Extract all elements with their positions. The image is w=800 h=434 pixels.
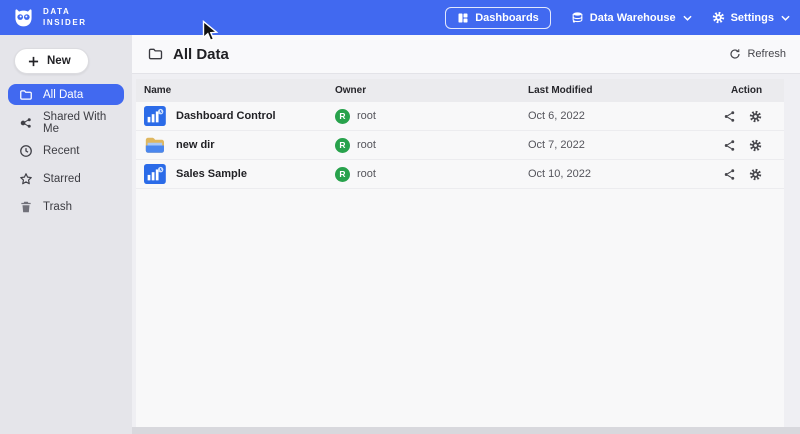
brand-line-2: INSIDER [43, 18, 87, 28]
sidebar-item-recent[interactable]: Recent [8, 140, 124, 161]
trash-icon [19, 200, 33, 214]
sidebar-item-trash[interactable]: Trash [8, 196, 124, 217]
sidebar-item-label: All Data [43, 89, 83, 101]
folder-icon [19, 88, 33, 102]
column-header-action: Action [723, 85, 784, 96]
page-header: All Data Refresh [132, 35, 800, 74]
gear-icon[interactable] [749, 110, 762, 123]
last-modified-date: Oct 6, 2022 [528, 110, 723, 122]
table-row[interactable]: new dir R root Oct 7, 2022 [136, 131, 784, 160]
file-name: Sales Sample [176, 168, 247, 180]
nav-data-warehouse[interactable]: Data Warehouse [571, 11, 692, 24]
owner-name: root [357, 168, 376, 180]
owner-name: root [357, 139, 376, 151]
refresh-label: Refresh [747, 48, 786, 60]
nav-dashboards-button[interactable]: Dashboards [445, 7, 551, 29]
sidebar-nav: All Data Shared With Me Recent [0, 84, 132, 217]
chevron-down-icon [781, 15, 790, 21]
dashboard-file-icon [144, 106, 166, 126]
file-table: Name Owner Last Modified Action Dashboar… [136, 79, 784, 427]
star-icon [19, 172, 33, 186]
column-header-owner: Owner [335, 85, 528, 96]
top-bar: DATA INSIDER Dashboards [0, 0, 800, 35]
main-panel: All Data Refresh Name Owner Last Modifie… [132, 35, 800, 434]
share-icon[interactable] [723, 110, 736, 123]
brand-line-1: DATA [43, 7, 87, 17]
sidebar-item-label: Recent [43, 145, 79, 157]
share-icon [19, 116, 33, 130]
owner-avatar: R [335, 138, 350, 153]
nav-dashboards-label: Dashboards [475, 12, 539, 24]
top-nav: Dashboards Data Warehouse [445, 7, 790, 29]
chevron-down-icon [683, 15, 692, 21]
clock-icon [19, 144, 33, 158]
column-header-name: Name [144, 85, 335, 96]
owner-name: root [357, 110, 376, 122]
table-row[interactable]: Dashboard Control R root Oct 6, 2022 [136, 102, 784, 131]
dashboard-file-icon [144, 164, 166, 184]
sidebar-item-starred[interactable]: Starred [8, 168, 124, 189]
refresh-icon [729, 48, 741, 60]
file-name: Dashboard Control [176, 110, 276, 122]
sidebar-item-label: Trash [43, 201, 72, 213]
nav-settings[interactable]: Settings [712, 11, 790, 24]
content-area: Name Owner Last Modified Action Dashboar… [132, 74, 800, 427]
page-title: All Data [173, 46, 229, 63]
file-name: new dir [176, 139, 215, 151]
plus-icon [28, 56, 39, 67]
refresh-button[interactable]: Refresh [729, 48, 786, 60]
owner-avatar: R [335, 109, 350, 124]
nav-data-warehouse-label: Data Warehouse [590, 12, 676, 24]
gear-icon[interactable] [749, 139, 762, 152]
sidebar: New All Data Shared With Me [0, 35, 132, 434]
sidebar-item-all-data[interactable]: All Data [8, 84, 124, 105]
gear-icon [712, 11, 725, 24]
gear-icon[interactable] [749, 168, 762, 181]
owner-avatar: R [335, 167, 350, 182]
table-header-row: Name Owner Last Modified Action [136, 79, 784, 102]
sidebar-item-label: Shared With Me [43, 111, 113, 135]
bottom-strip [132, 427, 800, 434]
app-logo: DATA INSIDER [12, 7, 87, 29]
folder-outline-icon [147, 46, 164, 62]
app-body: New All Data Shared With Me [0, 35, 800, 434]
last-modified-date: Oct 7, 2022 [528, 139, 723, 151]
last-modified-date: Oct 10, 2022 [528, 168, 723, 180]
owl-logo-icon [12, 7, 35, 29]
new-button[interactable]: New [14, 48, 89, 74]
database-icon [571, 11, 584, 24]
dashboard-icon [457, 12, 469, 24]
folder-file-icon [144, 135, 166, 155]
nav-settings-label: Settings [731, 12, 774, 24]
sidebar-item-shared-with-me[interactable]: Shared With Me [8, 112, 124, 133]
new-button-label: New [47, 55, 71, 67]
share-icon[interactable] [723, 139, 736, 152]
column-header-last-modified: Last Modified [528, 85, 723, 96]
table-row[interactable]: Sales Sample R root Oct 10, 2022 [136, 160, 784, 189]
share-icon[interactable] [723, 168, 736, 181]
sidebar-item-label: Starred [43, 173, 81, 185]
